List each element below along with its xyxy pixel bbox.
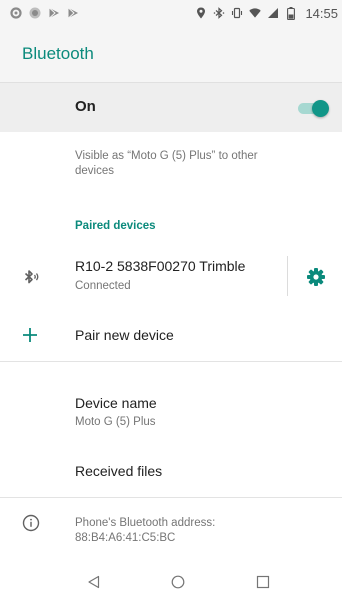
pair-new-device-row[interactable]: Pair new device — [0, 310, 342, 360]
toggle-thumb — [312, 100, 329, 117]
back-icon — [87, 575, 101, 589]
section-divider — [0, 361, 342, 362]
visibility-text: Visible as “Moto G (5) Plus” to other de… — [75, 150, 258, 177]
paired-device-name: R10-2 5838F00270 Trimble — [75, 258, 246, 274]
device-name-title: Device name — [75, 395, 157, 411]
device-name-value: Moto G (5) Plus — [75, 416, 156, 428]
back-button[interactable] — [84, 572, 104, 592]
recents-button[interactable] — [253, 572, 273, 592]
received-files-label: Received files — [75, 463, 163, 479]
settings-status-icon — [10, 7, 22, 19]
status-time: 14:55 — [305, 5, 338, 21]
bluetooth-address-label: Phone's Bluetooth address: — [75, 517, 216, 529]
bluetooth-connected-icon — [21, 267, 41, 287]
paired-device-status: Connected — [75, 280, 131, 292]
bluetooth-master-switch-row[interactable]: On — [0, 82, 342, 132]
location-icon — [195, 7, 207, 19]
home-button[interactable] — [168, 572, 188, 592]
bluetooth-status-icon — [213, 7, 225, 19]
vibrate-icon — [231, 7, 243, 19]
play-store-icon-2 — [67, 7, 79, 19]
bluetooth-address-value: 88:B4:A6:41:C5:BC — [75, 532, 176, 544]
received-files-row[interactable]: Received files — [0, 450, 342, 492]
section-divider-2 — [0, 497, 342, 498]
paired-device-settings-button[interactable] — [303, 264, 329, 290]
play-store-icon — [48, 7, 60, 19]
info-icon — [22, 514, 40, 532]
recents-icon — [256, 575, 270, 589]
app-bar: Bluetooth — [0, 26, 342, 82]
battery-icon — [285, 6, 297, 20]
status-bar-system: 14:55 — [195, 6, 338, 21]
signal-icon — [267, 7, 279, 19]
wifi-icon — [249, 7, 262, 19]
master-switch-label: On — [75, 98, 96, 115]
row-divider-vertical — [287, 256, 288, 296]
gear-icon — [306, 267, 326, 287]
status-bar-notifications — [10, 7, 79, 19]
bluetooth-address-info: Phone's Bluetooth address: 88:B4:A6:41:C… — [75, 516, 215, 546]
paired-device-row[interactable]: R10-2 5838F00270 Trimble Connected — [0, 248, 342, 304]
bluetooth-toggle[interactable] — [298, 100, 329, 117]
page-title: Bluetooth — [22, 44, 94, 63]
record-status-icon — [29, 7, 41, 19]
home-icon — [171, 575, 185, 589]
status-bar: 14:55 — [0, 0, 342, 26]
device-name-row[interactable]: Device name Moto G (5) Plus — [0, 385, 342, 433]
navigation-bar — [0, 566, 342, 596]
plus-icon — [21, 326, 39, 344]
paired-devices-header: Paired devices — [75, 220, 156, 232]
pair-new-device-label: Pair new device — [75, 327, 174, 343]
